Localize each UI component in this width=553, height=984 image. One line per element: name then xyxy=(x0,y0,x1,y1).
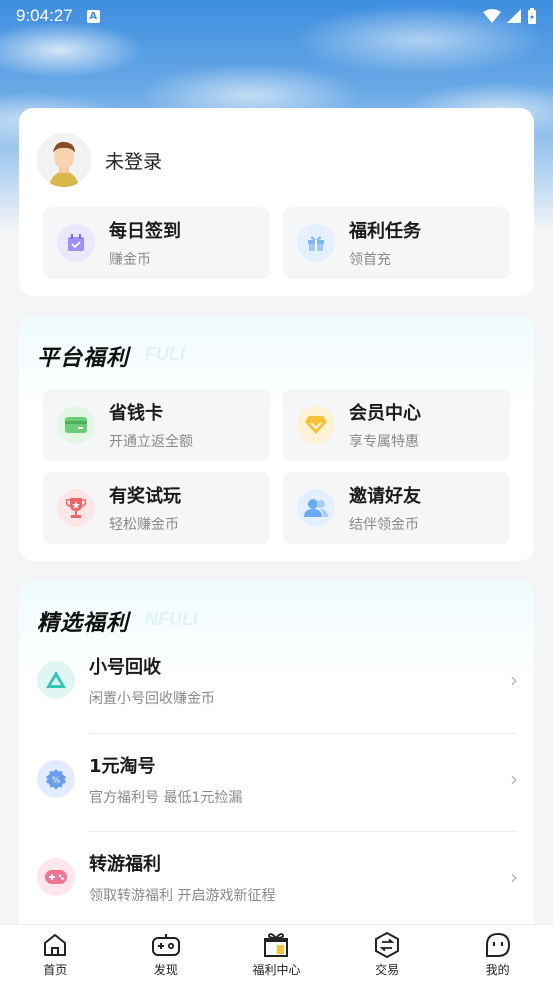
account-recycle-title: 小号回收 xyxy=(89,656,161,678)
svg-text:%: % xyxy=(52,776,61,786)
tab-benefit-center[interactable]: 福利中心 xyxy=(221,925,332,984)
daily-checkin-subtitle: 赚金币 xyxy=(109,252,151,268)
account-recycle-subtitle: 闲置小号回收赚金币 xyxy=(89,690,215,707)
tab-benefit-center-label: 福利中心 xyxy=(252,963,301,977)
chevron-right-icon: › xyxy=(510,668,518,692)
gift-box-icon xyxy=(264,933,289,957)
signal-icon xyxy=(507,9,521,23)
exchange-icon xyxy=(375,932,400,958)
gift-icon xyxy=(297,224,335,262)
list-item-account-recycle[interactable]: 小号回收 闲置小号回收赚金币 › xyxy=(19,631,534,729)
diamond-icon xyxy=(297,406,335,444)
savings-card-tile[interactable]: 省钱卡 开通立返全额 xyxy=(43,389,270,461)
benefit-task-title: 福利任务 xyxy=(349,221,421,242)
recycle-icon xyxy=(37,661,75,699)
savings-card-title: 省钱卡 xyxy=(109,403,163,424)
tab-mine[interactable]: 我的 xyxy=(442,925,553,984)
featured-benefits-card: NFULI 精选福利 小号回收 闲置小号回收赚金币 › % 1元淘号 官方福利号… xyxy=(19,581,534,926)
tab-trade[interactable]: 交易 xyxy=(332,925,443,984)
avatar[interactable] xyxy=(37,133,91,187)
member-center-title: 会员中心 xyxy=(349,403,421,424)
trophy-icon xyxy=(57,489,95,527)
wifi-icon xyxy=(483,9,501,23)
user-card: 未登录 每日签到 赚金币 福利任务 领首充 xyxy=(19,108,534,296)
savings-card-subtitle: 开通立返全额 xyxy=(109,434,193,450)
chevron-right-icon: › xyxy=(510,767,518,791)
one-yuan-account-title: 1元淘号 xyxy=(89,755,156,777)
daily-checkin-tile[interactable]: 每日签到 赚金币 xyxy=(43,207,270,279)
daily-checkin-title: 每日签到 xyxy=(109,221,181,242)
game-transfer-title: 转游福利 xyxy=(89,853,161,875)
status-time: 9:04:27 xyxy=(16,6,73,25)
reward-trial-tile[interactable]: 有奖试玩 轻松赚金币 xyxy=(43,472,270,544)
bottom-tab-bar: 首页 发现 福利中心 交易 我的 xyxy=(0,924,553,984)
calendar-check-icon xyxy=(57,224,95,262)
invite-friends-title: 邀请好友 xyxy=(349,486,421,507)
discount-icon: % xyxy=(37,760,75,798)
member-center-subtitle: 享专属特惠 xyxy=(349,434,419,450)
gamepad-tab-icon xyxy=(151,934,180,956)
notification-badge: A xyxy=(86,9,100,23)
platform-benefits-ghost-text: FULI xyxy=(145,344,185,364)
tab-home[interactable]: 首页 xyxy=(0,925,111,984)
avatar-illustration-icon xyxy=(37,133,91,187)
card-icon xyxy=(57,406,95,444)
tab-trade-label: 交易 xyxy=(375,963,400,977)
member-center-tile[interactable]: 会员中心 享专属特惠 xyxy=(283,389,510,461)
platform-benefits-title: 平台福利 xyxy=(37,346,130,371)
featured-benefits-ghost-text: NFULI xyxy=(145,609,198,629)
home-icon xyxy=(44,934,67,956)
tab-discover-label: 发现 xyxy=(153,963,178,977)
tab-discover[interactable]: 发现 xyxy=(111,925,222,984)
chevron-right-icon: › xyxy=(510,865,518,889)
benefit-task-tile[interactable]: 福利任务 领首充 xyxy=(283,207,510,279)
game-transfer-subtitle: 领取转游福利 开启游戏新征程 xyxy=(89,887,276,904)
reward-trial-subtitle: 轻松赚金币 xyxy=(109,517,179,533)
one-yuan-account-subtitle: 官方福利号 最低1元捡漏 xyxy=(89,789,243,806)
invite-friends-subtitle: 结伴领金币 xyxy=(349,517,419,533)
users-icon xyxy=(297,489,335,527)
invite-friends-tile[interactable]: 邀请好友 结伴领金币 xyxy=(283,472,510,544)
list-item-one-yuan-account[interactable]: % 1元淘号 官方福利号 最低1元捡漏 › xyxy=(19,730,534,828)
gamepad-icon xyxy=(37,858,75,896)
tab-mine-label: 我的 xyxy=(485,963,510,977)
user-login-row[interactable]: 未登录 xyxy=(37,133,162,187)
login-status-text[interactable]: 未登录 xyxy=(105,147,162,174)
tab-home-label: 首页 xyxy=(43,963,68,977)
benefit-task-subtitle: 领首充 xyxy=(349,252,391,268)
profile-icon xyxy=(485,932,510,957)
platform-benefits-card: FULI 平台福利 省钱卡 开通立返全额 会员中心 享专属特惠 有奖试玩 轻松赚… xyxy=(19,316,534,561)
battery-icon xyxy=(528,8,536,24)
reward-trial-title: 有奖试玩 xyxy=(109,486,181,507)
list-item-game-transfer[interactable]: 转游福利 领取转游福利 开启游戏新征程 › xyxy=(19,828,534,926)
status-bar: 9:04:27 A xyxy=(0,0,553,32)
